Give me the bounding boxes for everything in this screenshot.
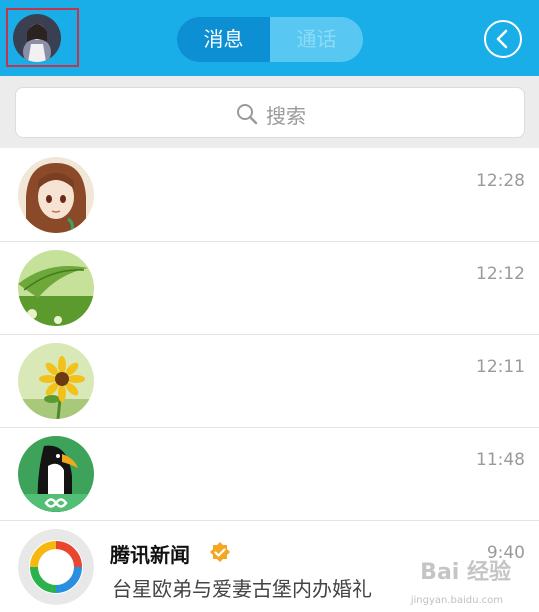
message-call-tabs: 消息 通话 (177, 17, 363, 62)
chat-list-item[interactable]: 11:48 (0, 428, 539, 521)
tencent-news-logo-icon (18, 529, 94, 605)
search-input[interactable]: 搜索 (15, 87, 525, 138)
chat-time: 12:28 (476, 171, 525, 191)
contact-avatar (18, 157, 94, 233)
contact-avatar (18, 343, 94, 419)
chat-list-item[interactable]: 12:12 (0, 242, 539, 335)
user-avatar[interactable] (13, 14, 61, 62)
contact-avatar (18, 436, 94, 512)
back-button[interactable] (484, 20, 522, 58)
search-placeholder: 搜索 (266, 104, 306, 128)
watermark-url: jingyan.baidu.com (410, 595, 503, 606)
top-bar: 消息 通话 (0, 0, 539, 76)
contact-avatar (18, 250, 94, 326)
chat-time: 12:11 (476, 357, 525, 377)
verified-badge-icon (210, 542, 230, 562)
tab-messages[interactable]: 消息 (177, 17, 270, 62)
chevron-left-icon (496, 29, 508, 49)
chat-list-item[interactable]: 12:28 (0, 149, 539, 242)
tab-calls[interactable]: 通话 (270, 17, 363, 62)
search-icon (237, 104, 258, 125)
chat-preview: 台星欧弟与爱妻古堡内办婚礼 (112, 577, 372, 601)
chat-name: 腾讯新闻 (110, 543, 190, 567)
search-area: 搜索 (0, 76, 539, 148)
chat-list-item[interactable]: 12:11 (0, 335, 539, 428)
chat-time: 11:48 (476, 450, 525, 470)
baidu-jingyan-watermark: Bai 经验 (420, 560, 511, 585)
chat-time: 12:12 (476, 264, 525, 284)
